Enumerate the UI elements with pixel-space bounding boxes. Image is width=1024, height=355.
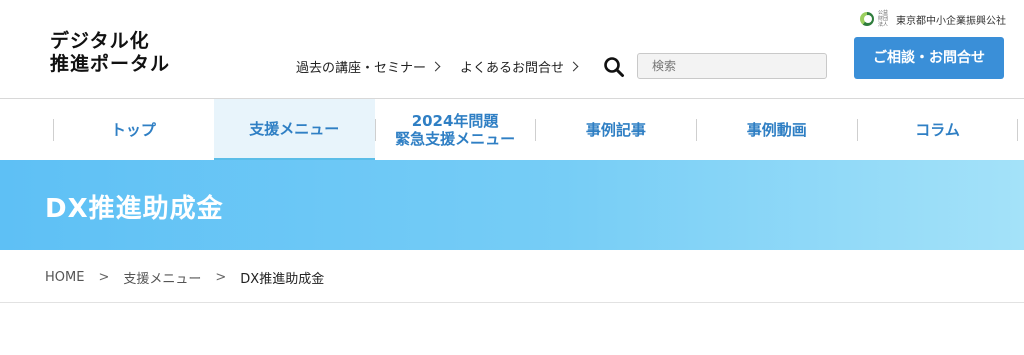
nav-item-label: 事例記事 xyxy=(585,120,646,139)
chevron-right-icon xyxy=(430,61,441,72)
breadcrumb-separator: > xyxy=(215,270,227,285)
site-logo[interactable]: デジタル化 推進ポータル xyxy=(50,30,170,76)
nav-item-label: 支援メニュー xyxy=(249,119,340,138)
nav-item-label-line-2: 緊急支援メニュー xyxy=(395,129,516,148)
corporation-logo[interactable]: 公益財団法人 東京都中小企業振興公社 xyxy=(860,10,1006,28)
nav-item-case-articles[interactable]: 事例記事 xyxy=(535,99,696,160)
corporation-name: 東京都中小企業振興公社 xyxy=(896,15,1006,27)
logo-line-1: デジタル化 xyxy=(50,30,150,52)
search-icon[interactable] xyxy=(603,56,625,78)
nav-item-case-videos[interactable]: 事例動画 xyxy=(696,99,857,160)
site-header: デジタル化 推進ポータル 公益財団法人 東京都中小企業振興公社 過去の講座・セミ… xyxy=(0,0,1024,99)
contact-button[interactable]: ご相談・お問合せ xyxy=(854,37,1004,79)
nav-item-top[interactable]: トップ xyxy=(53,99,214,160)
search-input[interactable] xyxy=(637,53,827,79)
breadcrumb-separator: > xyxy=(98,270,110,285)
breadcrumb: HOME > 支援メニュー > DX推進助成金 xyxy=(45,268,324,287)
chevron-right-icon xyxy=(568,61,579,72)
breadcrumb-home[interactable]: HOME xyxy=(45,270,84,285)
faq-link[interactable]: よくあるお問合せ xyxy=(460,57,579,76)
corporation-mark-icon xyxy=(860,12,874,26)
logo-line-2: 推進ポータル xyxy=(50,53,171,75)
breadcrumb-divider xyxy=(0,302,1024,303)
nav-item-label-line-1: 2024年問題 xyxy=(411,111,499,130)
page-title: DX推進助成金 xyxy=(45,194,224,224)
breadcrumb-current: DX推進助成金 xyxy=(240,272,325,287)
breadcrumb-support-menu[interactable]: 支援メニュー xyxy=(123,268,201,287)
nav-item-label: コラム xyxy=(915,120,960,139)
nav-item-column[interactable]: コラム xyxy=(857,99,1018,160)
corporation-type: 公益財団法人 xyxy=(878,10,889,28)
nav-item-label: 事例動画 xyxy=(746,120,807,139)
nav-item-label: 2024年問題 緊急支援メニュー xyxy=(395,112,515,148)
page-hero: DX推進助成金 xyxy=(0,160,1024,250)
past-seminars-label: 過去の講座・セミナー xyxy=(296,61,427,76)
nav-item-label: トップ xyxy=(110,120,156,139)
nav-item-2024-problem[interactable]: 2024年問題 緊急支援メニュー xyxy=(374,99,536,160)
global-nav: トップ 支援メニュー 2024年問題 緊急支援メニュー 事例記事 事例動画 コラ… xyxy=(53,99,1018,160)
faq-label: よくあるお問合せ xyxy=(460,61,565,76)
nav-item-support-menu[interactable]: 支援メニュー xyxy=(213,99,375,160)
past-seminars-link[interactable]: 過去の講座・セミナー xyxy=(296,57,441,76)
